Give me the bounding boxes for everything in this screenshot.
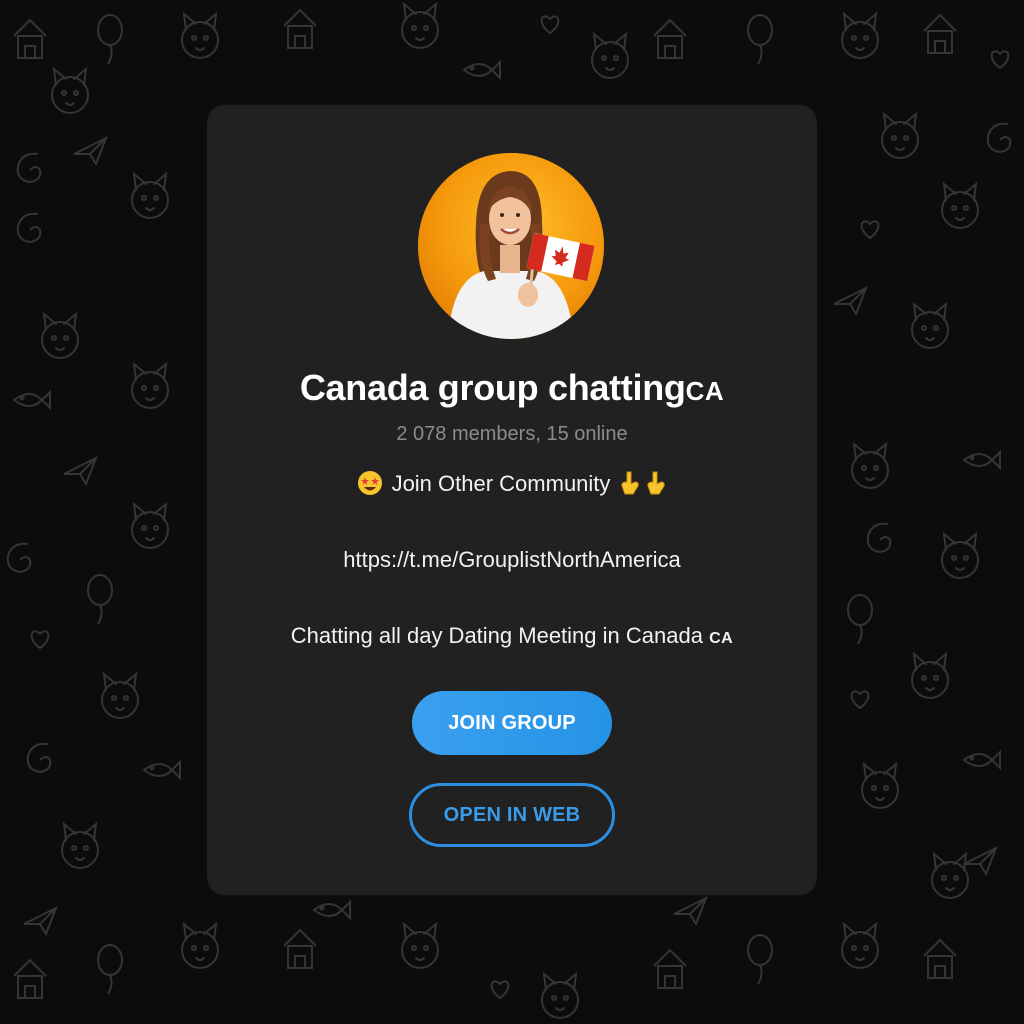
group-avatar (418, 153, 604, 339)
open-in-web-button[interactable]: OPEN IN WEB (409, 783, 615, 847)
star-struck-emoji-icon (357, 470, 383, 502)
description-text: Chatting all day Dating Meeting in Canad… (290, 623, 703, 648)
description-line-1: Join Other Community (207, 470, 817, 502)
description-link[interactable]: https://t.me/GrouplistNorthAmerica (207, 547, 817, 573)
description-line-3: Chatting all day Dating Meeting in Canad… (207, 623, 817, 649)
group-name: Canada group chatting (299, 367, 686, 408)
pointing-down-hand-icon (619, 470, 641, 502)
join-group-button[interactable]: JOIN GROUP (412, 691, 612, 755)
group-name-suffix: CA (685, 376, 725, 406)
pointing-down-hand-icon (645, 470, 667, 502)
avatar-image (418, 153, 604, 339)
description-suffix: CA (709, 630, 734, 647)
member-count: 2 078 members, 15 online (396, 423, 628, 445)
join-community-text: Join Other Community (391, 471, 611, 496)
group-preview-card: Canada group chattingCA 2 078 members, 1… (207, 105, 817, 895)
group-title: Canada group chattingCA (207, 367, 817, 409)
